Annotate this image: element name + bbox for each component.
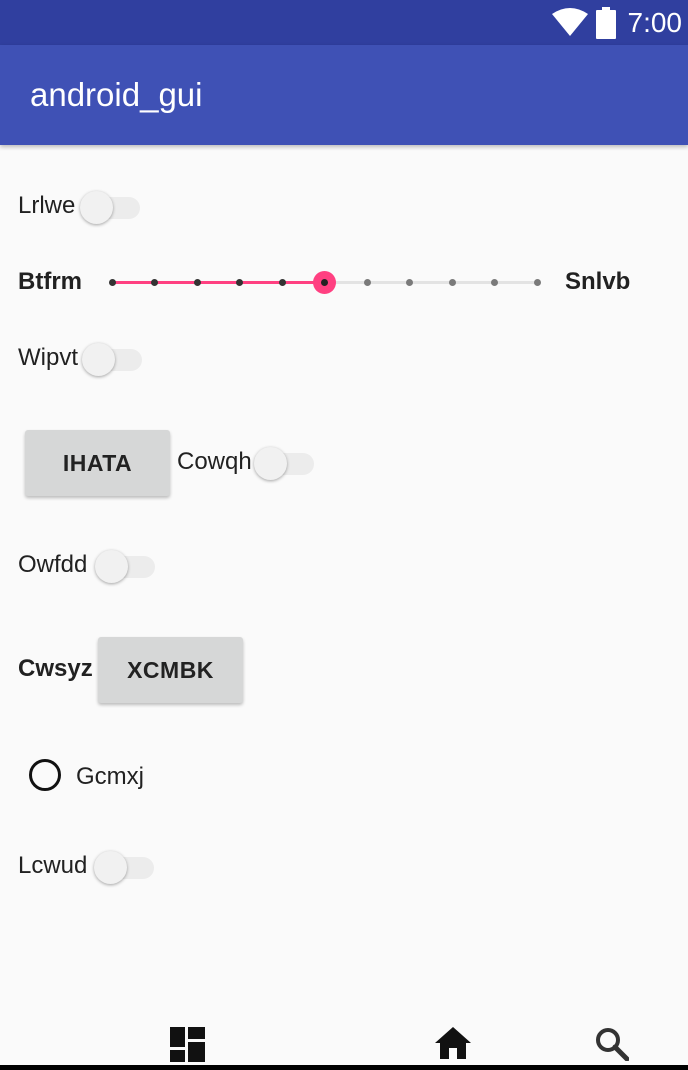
home-icon[interactable] bbox=[435, 1027, 471, 1059]
discrete-slider[interactable] bbox=[100, 262, 550, 302]
switch-lrlwe-label: Lrlwe bbox=[18, 192, 76, 219]
switch-owfdd[interactable] bbox=[95, 548, 157, 584]
search-icon[interactable] bbox=[595, 1027, 629, 1061]
switch-thumb bbox=[94, 851, 127, 884]
switch-lrlwe[interactable] bbox=[80, 189, 142, 225]
radio-gcmxj-label: Gcmxj bbox=[76, 763, 144, 790]
status-bar: 7:00 bbox=[0, 0, 688, 45]
switch-wipvt-label: Wipvt bbox=[18, 344, 78, 371]
slider-tick bbox=[193, 279, 201, 286]
switch-cowqh-label: Cowqh bbox=[177, 448, 252, 475]
status-icons: 7:00 bbox=[551, 0, 683, 45]
slider-tick bbox=[491, 279, 498, 286]
xcmbk-button[interactable]: XCMBK bbox=[98, 637, 243, 703]
switch-thumb bbox=[80, 191, 113, 224]
app-bar: android_gui bbox=[0, 45, 688, 145]
slider-tick bbox=[406, 279, 413, 286]
slider-tick bbox=[151, 279, 158, 286]
status-time: 7:00 bbox=[627, 6, 683, 38]
switch-lcwud[interactable] bbox=[94, 849, 156, 885]
cwsyz-label: Cwsyz bbox=[18, 655, 93, 682]
switch-wipvt[interactable] bbox=[82, 341, 144, 377]
slider-tick bbox=[363, 279, 371, 286]
dashboard-icon[interactable] bbox=[170, 1027, 205, 1062]
slider-tick bbox=[448, 279, 456, 286]
switch-owfdd-label: Owfdd bbox=[18, 551, 88, 578]
bottom-navigation bbox=[0, 1015, 688, 1070]
switch-thumb bbox=[254, 447, 287, 480]
slider-thumb[interactable] bbox=[313, 271, 336, 294]
slider-tick bbox=[236, 279, 243, 286]
navigation-bar-edge bbox=[0, 1065, 688, 1070]
switch-lcwud-label: Lcwud bbox=[18, 852, 88, 879]
slider-left-label: Btfrm bbox=[18, 268, 82, 295]
slider-fill bbox=[112, 281, 325, 284]
switch-thumb bbox=[82, 343, 115, 376]
battery-icon bbox=[595, 6, 616, 39]
wifi-icon bbox=[551, 7, 588, 36]
radio-gcmxj[interactable] bbox=[29, 759, 61, 791]
app-title: android_gui bbox=[30, 76, 203, 113]
switch-thumb bbox=[95, 550, 128, 583]
slider-right-label: Snlvb bbox=[565, 268, 631, 295]
slider-tick bbox=[278, 279, 286, 286]
slider-tick bbox=[108, 279, 116, 286]
switch-cowqh[interactable] bbox=[254, 445, 316, 481]
ihata-button[interactable]: IHATA bbox=[25, 430, 170, 496]
slider-tick bbox=[533, 279, 541, 286]
